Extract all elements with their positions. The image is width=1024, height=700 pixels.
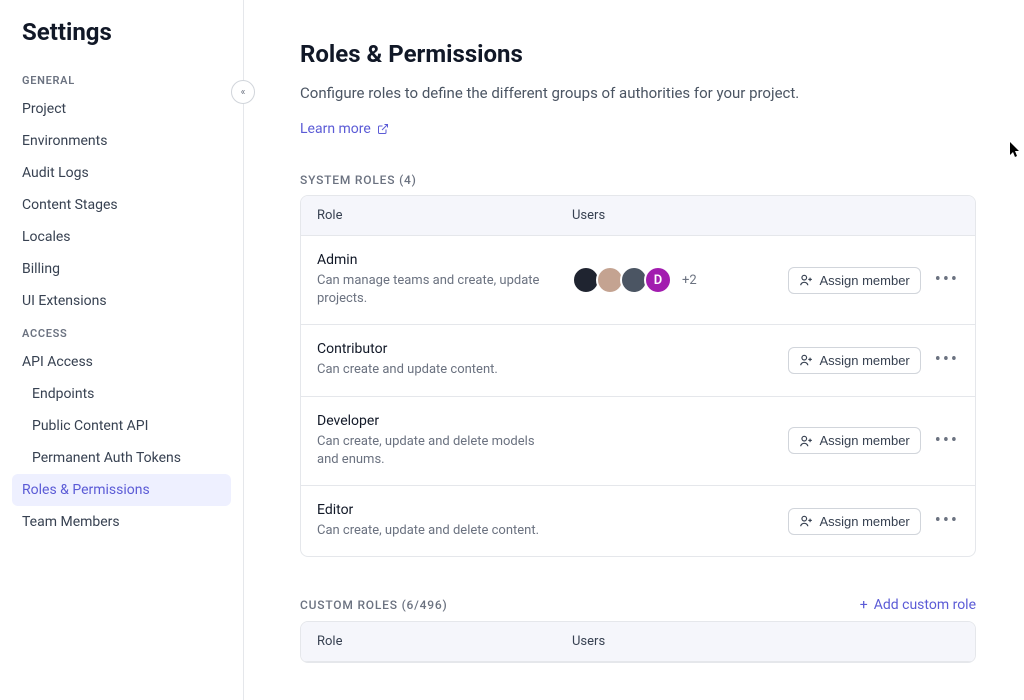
page-title: Roles & Permissions — [300, 40, 976, 68]
sidebar-section-access: ACCESS — [12, 317, 231, 346]
add-custom-role-button[interactable]: + Add custom role — [860, 597, 976, 613]
plus-icon: + — [860, 597, 868, 613]
role-row-developer: Developer Can create, update and delete … — [301, 397, 975, 486]
user-plus-icon — [799, 514, 813, 528]
role-name: Admin — [317, 252, 556, 268]
nav-locales[interactable]: Locales — [12, 221, 231, 253]
avatar: D — [644, 266, 672, 294]
row-menu-button[interactable]: ••• — [935, 351, 959, 369]
assign-member-button[interactable]: Assign member — [788, 427, 920, 454]
table-header: Role Users — [301, 196, 975, 236]
chevron-left-icon: « — [241, 87, 246, 98]
assign-member-button[interactable]: Assign member — [788, 267, 920, 294]
role-row-contributor: Contributor Can create and update conten… — [301, 325, 975, 396]
assign-member-button[interactable]: Assign member — [788, 347, 920, 374]
nav-roles-permissions[interactable]: Roles & Permissions — [12, 474, 231, 506]
role-desc: Can manage teams and create, update proj… — [317, 272, 556, 308]
role-desc: Can create and update content. — [317, 361, 556, 379]
role-row-admin: Admin Can manage teams and create, updat… — [301, 236, 975, 325]
user-plus-icon — [799, 273, 813, 287]
assign-member-button[interactable]: Assign member — [788, 508, 920, 535]
page-description: Configure roles to define the different … — [300, 84, 976, 102]
nav-permanent-auth-tokens[interactable]: Permanent Auth Tokens — [12, 442, 231, 474]
nav-audit-logs[interactable]: Audit Logs — [12, 157, 231, 189]
learn-more-text: Learn more — [300, 121, 371, 137]
sidebar-collapse-button[interactable]: « — [231, 80, 255, 104]
user-plus-icon — [799, 353, 813, 367]
table-header: Role Users — [301, 622, 975, 662]
role-desc: Can create, update and delete models and… — [317, 433, 556, 469]
role-name: Developer — [317, 413, 556, 429]
user-plus-icon — [799, 434, 813, 448]
nav-ui-extensions[interactable]: UI Extensions — [12, 285, 231, 317]
main-content: Roles & Permissions Configure roles to d… — [244, 0, 1024, 700]
nav-environments[interactable]: Environments — [12, 125, 231, 157]
row-menu-button[interactable]: ••• — [935, 432, 959, 450]
sidebar-title: Settings — [12, 18, 231, 64]
nav-content-stages[interactable]: Content Stages — [12, 189, 231, 221]
nav-project[interactable]: Project — [12, 93, 231, 125]
row-menu-button[interactable]: ••• — [935, 271, 959, 289]
system-roles-table: Role Users Admin Can manage teams and cr… — [300, 195, 976, 557]
role-row-editor: Editor Can create, update and delete con… — [301, 486, 975, 556]
system-roles-header: SYSTEM ROLES (4) — [300, 173, 417, 187]
col-users: Users — [572, 208, 959, 223]
custom-roles-table: Role Users — [300, 621, 976, 663]
sidebar-section-general: GENERAL — [12, 64, 231, 93]
external-link-icon — [377, 123, 389, 135]
col-users: Users — [572, 634, 959, 649]
settings-sidebar: Settings GENERAL Project Environments Au… — [0, 0, 244, 700]
nav-team-members[interactable]: Team Members — [12, 506, 231, 538]
col-role: Role — [317, 208, 572, 223]
nav-public-content-api[interactable]: Public Content API — [12, 410, 231, 442]
users-cell: D +2 — [572, 266, 788, 294]
role-desc: Can create, update and delete content. — [317, 522, 556, 540]
role-name: Contributor — [317, 341, 556, 357]
nav-endpoints[interactable]: Endpoints — [12, 378, 231, 410]
role-name: Editor — [317, 502, 556, 518]
custom-roles-header: CUSTOM ROLES (6/496) — [300, 598, 447, 612]
avatar-overflow: +2 — [682, 273, 697, 288]
row-menu-button[interactable]: ••• — [935, 512, 959, 530]
nav-api-access[interactable]: API Access — [12, 346, 231, 378]
learn-more-link[interactable]: Learn more — [300, 121, 389, 137]
col-role: Role — [317, 634, 572, 649]
nav-billing[interactable]: Billing — [12, 253, 231, 285]
